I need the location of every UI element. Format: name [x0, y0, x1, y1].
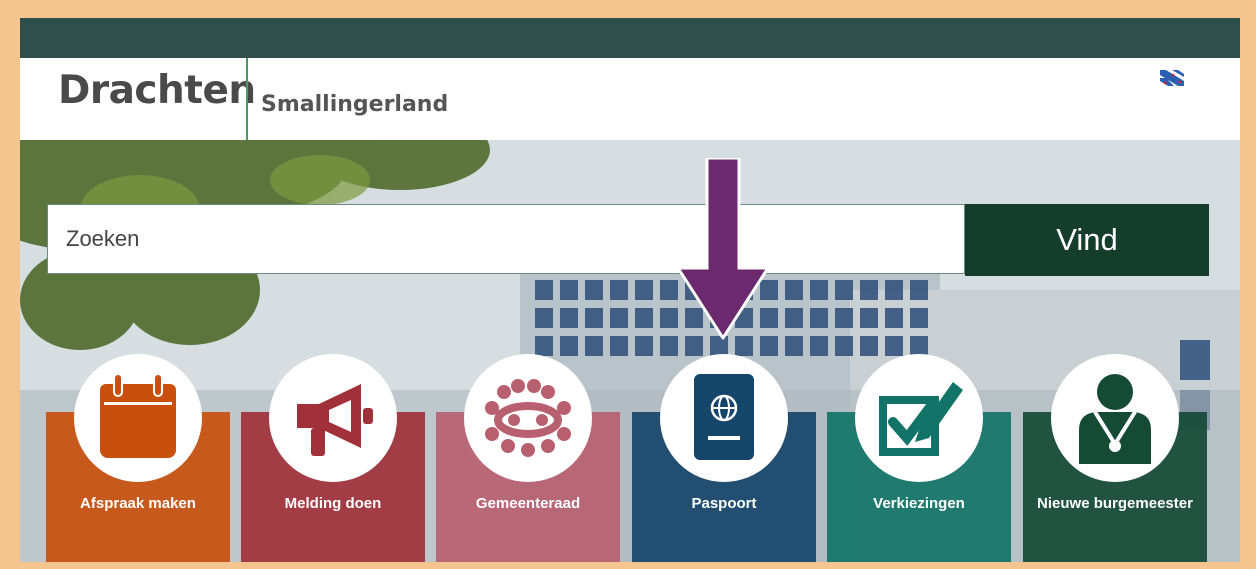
down-arrow-annotation: [678, 158, 768, 340]
frisian-flag-icon[interactable]: [1160, 70, 1184, 86]
tile-label[interactable]: Paspoort: [632, 495, 816, 512]
site-header: Drachten Smallingerland: [20, 58, 1240, 141]
ballot-badge[interactable]: [855, 354, 983, 482]
site-subtitle: Smallingerland: [261, 92, 449, 117]
megaphone-badge[interactable]: [269, 354, 397, 482]
tile-label[interactable]: Gemeenteraad: [436, 495, 620, 512]
tile-label[interactable]: Nieuwe burgemeester: [1023, 495, 1207, 512]
site-logo[interactable]: Drachten: [58, 68, 256, 113]
tile-label[interactable]: Afspraak maken: [46, 495, 230, 512]
top-bar: [20, 18, 1240, 58]
mayor-badge[interactable]: [1051, 354, 1179, 482]
calendar-badge[interactable]: [74, 354, 202, 482]
council-badge[interactable]: [464, 354, 592, 482]
tile-label[interactable]: Melding doen: [241, 495, 425, 512]
search-bar: Vind: [47, 204, 1209, 276]
tile-label[interactable]: Verkiezingen: [827, 495, 1011, 512]
passport-badge[interactable]: [660, 354, 788, 482]
page: Drachten Smallingerland Zoeken Vind Afsp…: [20, 18, 1240, 562]
search-input[interactable]: [47, 204, 965, 274]
search-button[interactable]: Vind: [965, 204, 1209, 276]
logo-divider: [246, 58, 248, 140]
